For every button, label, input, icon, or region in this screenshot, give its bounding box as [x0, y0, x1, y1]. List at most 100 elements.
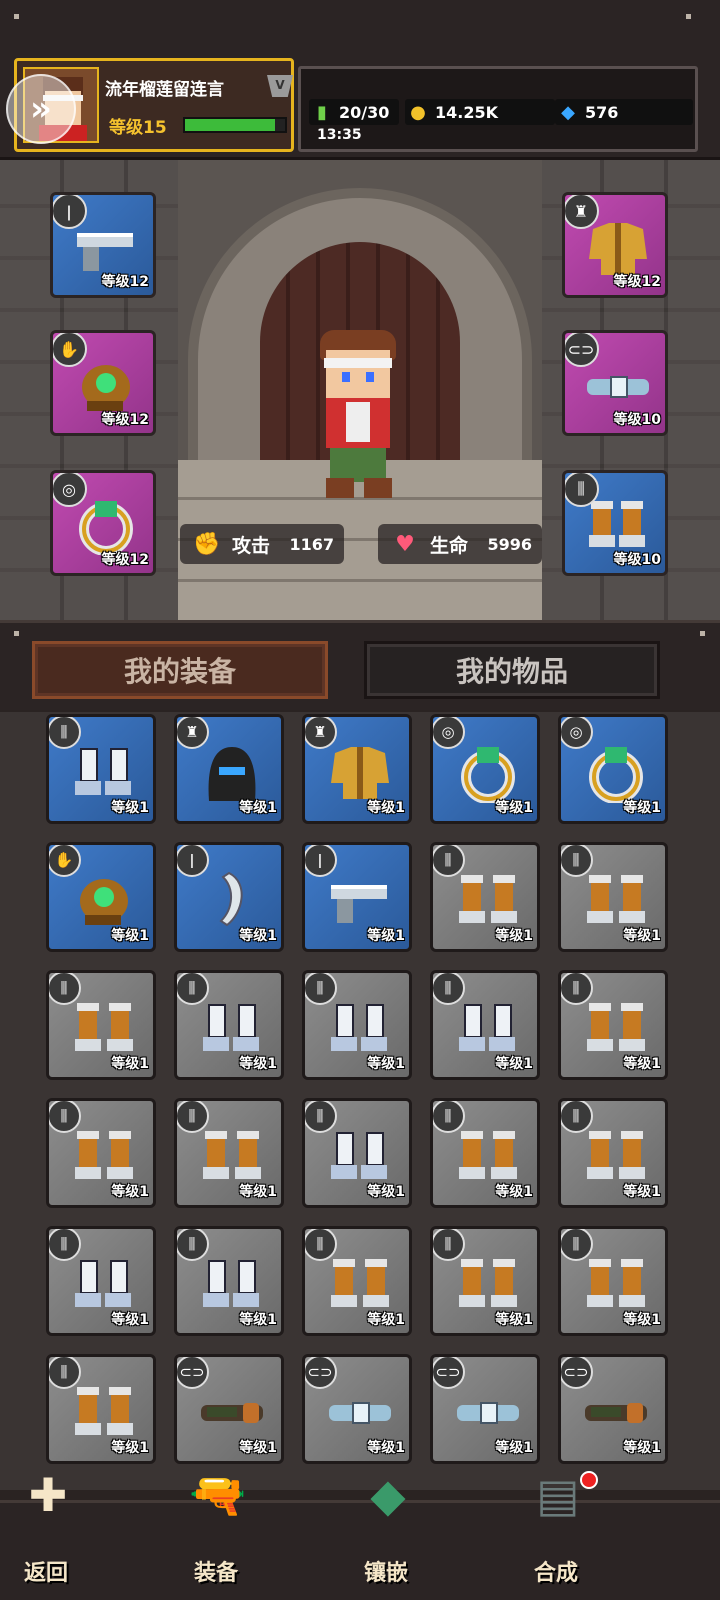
brown-boots-icon — [71, 1383, 137, 1443]
inventory-item[interactable]: ⫼ 等级1 — [46, 714, 156, 824]
inventory-item[interactable]: ⫼ 等级1 — [302, 1226, 412, 1336]
gem-counter[interactable]: ◆ 576 — [555, 99, 693, 125]
belt-icon: ⊂⊃ — [177, 1357, 209, 1389]
brown-boots-icon — [71, 999, 137, 1059]
equipped-ring-slot[interactable]: ◎ 等级12 — [50, 470, 156, 576]
nav-synthesis-button[interactable]: ▤ 合成 — [496, 1468, 616, 1600]
inventory-item[interactable]: ⫼ 等级1 — [46, 1226, 156, 1336]
inventory-item[interactable]: ⊂⊃ 等级1 — [558, 1354, 668, 1464]
brown-boots-icon — [199, 1127, 265, 1187]
inventory-item[interactable]: ǀ 等级1 — [174, 842, 284, 952]
tab-my-items[interactable]: 我的物品 — [364, 641, 660, 699]
inventory-item[interactable]: ⫼ 等级1 — [430, 970, 540, 1080]
boots-icon: ⫼ — [49, 1357, 81, 1389]
inventory-item[interactable]: ⫼ 等级1 — [46, 1098, 156, 1208]
resource-panel: ▮ 20/30 ● 14.25K ◆ 576 13:35 — [298, 66, 698, 152]
inventory-item[interactable]: ⫼ 等级1 — [558, 970, 668, 1080]
brown-boots-icon — [583, 999, 649, 1059]
item-level: 等级1 — [367, 1056, 405, 1072]
nav-equip-label: 装备 — [193, 1561, 238, 1586]
inventory-item[interactable]: ⫼ 等级1 — [174, 1226, 284, 1336]
inventory-item[interactable]: ⫼ 等级1 — [46, 970, 156, 1080]
inventory-item[interactable]: ⫼ 等级1 — [430, 1098, 540, 1208]
inventory-item[interactable]: ⫼ 等级1 — [302, 1098, 412, 1208]
energy-counter[interactable]: ▮ 20/30 — [309, 99, 399, 125]
hood-icon — [199, 743, 265, 803]
brown-boots-icon — [455, 871, 521, 931]
hero-character[interactable] — [320, 330, 396, 510]
inventory-item[interactable]: ⊂⊃ 等级1 — [174, 1354, 284, 1464]
white-boots-icon — [199, 999, 265, 1059]
item-level: 等级1 — [111, 928, 149, 944]
top-bar: 流年榴莲留连言 V 等级15 ▮ 20/30 ● 14.25K ◆ 576 13… — [0, 0, 720, 160]
item-level: 等级1 — [111, 1312, 149, 1328]
inventory-item[interactable]: ⫼ 等级1 — [174, 1098, 284, 1208]
rivet — [14, 14, 19, 19]
brown-boots-icon — [583, 1127, 649, 1187]
inventory-item[interactable]: ⊂⊃ 等级1 — [302, 1354, 412, 1464]
item-level: 等级1 — [239, 1056, 277, 1072]
inventory-item[interactable]: ◎ 等级1 — [558, 714, 668, 824]
inventory-item[interactable]: ✋ 等级1 — [46, 842, 156, 952]
tab-my-equipment[interactable]: 我的装备 — [32, 641, 328, 699]
boots-icon: ⫼ — [565, 473, 599, 507]
energy-value: 20/30 — [339, 102, 390, 122]
nav-equip-button[interactable]: 🔫 装备 — [156, 1468, 276, 1600]
jacket-icon — [585, 219, 651, 277]
item-level: 等级1 — [495, 800, 533, 816]
gauntlet-icon: ✋ — [49, 845, 81, 877]
nav-inlay-button[interactable]: ◆ 镶嵌 — [326, 1468, 446, 1600]
blade-icon — [199, 871, 265, 931]
inventory-item[interactable]: ǀ 等级1 — [302, 842, 412, 952]
xp-fill — [185, 119, 275, 131]
brown-boots-icon — [583, 871, 649, 931]
item-level: 等级1 — [623, 928, 661, 944]
gold-counter[interactable]: ● 14.25K — [405, 99, 555, 125]
fast-forward-button[interactable]: » — [6, 74, 76, 144]
nav-back-button[interactable]: ✚ 返回 — [0, 1468, 106, 1600]
boots-icon: ⫼ — [433, 973, 465, 1005]
inventory-item[interactable]: ⊂⊃ 等级1 — [430, 1354, 540, 1464]
attack-stat: ✊ 攻击 1167 — [180, 524, 344, 564]
inventory-item[interactable]: ⫼ 等级1 — [558, 842, 668, 952]
inventory-item[interactable]: ⫼ 等级1 — [558, 1098, 668, 1208]
belt-icon — [585, 357, 651, 415]
dark-belt-icon — [199, 1383, 265, 1443]
inventory-item[interactable]: ♜ 等级1 — [174, 714, 284, 824]
brown-boots-icon — [71, 1127, 137, 1187]
xp-bar — [183, 117, 287, 133]
equipped-gloves-slot[interactable]: ✋ 等级12 — [50, 330, 156, 436]
item-level: 等级1 — [239, 1312, 277, 1328]
belt-icon: ⊂⊃ — [561, 1357, 593, 1389]
inventory-item[interactable]: ⫼ 等级1 — [174, 970, 284, 1080]
armor-icon: ♜ — [305, 717, 337, 749]
rivet — [686, 14, 691, 19]
jacket-icon — [327, 743, 393, 803]
armor-icon: ♜ — [565, 195, 599, 229]
inventory-item[interactable]: ♜ 等级1 — [302, 714, 412, 824]
equipped-belt-slot[interactable]: ⊂⊃ 等级10 — [562, 330, 668, 436]
pistol-icon — [327, 871, 393, 931]
item-level: 等级1 — [111, 800, 149, 816]
boots-icon: ⫼ — [49, 973, 81, 1005]
inventory-item[interactable]: ⫼ 等级1 — [430, 1226, 540, 1336]
brown-boots-icon — [455, 1127, 521, 1187]
boots-icon: ⫼ — [305, 1229, 337, 1261]
equipped-weapon-slot[interactable]: ǀ 等级12 — [50, 192, 156, 298]
vip-badge[interactable]: V — [267, 75, 293, 97]
life-stat: ♥ 生命 5996 — [378, 524, 542, 564]
inventory-item[interactable]: ⫼ 等级1 — [558, 1226, 668, 1336]
white-boots-icon — [71, 1255, 137, 1315]
inventory-item[interactable]: ◎ 等级1 — [430, 714, 540, 824]
inventory-item[interactable]: ⫼ 等级1 — [46, 1354, 156, 1464]
inventory-item[interactable]: ⫼ 等级1 — [430, 842, 540, 952]
boots-icon: ⫼ — [433, 1229, 465, 1261]
inventory-grid: ⫼ 等级1 ♜ 等级1 ♜ 等级1 ◎ 等级1 ◎ 等级1 ✋ 等级1 ǀ 等级1 ǀ 等级1 ⫼ 等级1 ⫼ 等级1… — [0, 712, 720, 1490]
brown-boots-icon — [327, 1255, 393, 1315]
equipped-boots-slot[interactable]: ⫼ 等级10 — [562, 470, 668, 576]
gauntlet-icon: ✋ — [53, 333, 87, 367]
inventory-item[interactable]: ⫼ 等级1 — [302, 970, 412, 1080]
white-boots-icon — [71, 743, 137, 803]
equipped-armor-slot[interactable]: ♜ 等级12 — [562, 192, 668, 298]
rivet — [14, 631, 19, 636]
